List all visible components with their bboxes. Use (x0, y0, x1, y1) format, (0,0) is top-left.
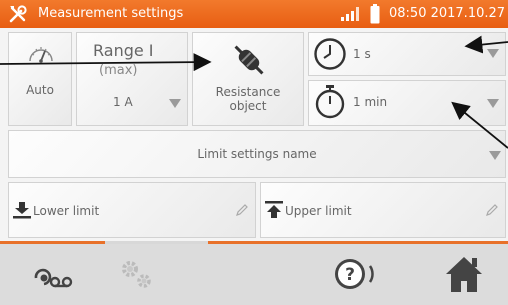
pencil-icon (486, 204, 498, 216)
limit-settings-name-label: Limit settings name (197, 147, 317, 161)
pencil-icon (236, 204, 248, 216)
upper-limit-label: Upper limit (285, 204, 352, 218)
gauge-icon (29, 47, 53, 63)
dropdown-arrow-icon (487, 99, 499, 108)
help-icon[interactable]: ? (330, 252, 376, 296)
range-sub-label: (max) (99, 63, 138, 78)
settings-panel: Auto Range I (max) 1 A Resistance object… (0, 28, 508, 241)
battery-icon (370, 4, 380, 24)
svg-text:?: ? (345, 265, 355, 285)
signal-bars-icon (341, 7, 359, 21)
download-arrow-icon (13, 202, 31, 219)
dropdown-arrow-icon (489, 151, 501, 160)
lower-limit-label: Lower limit (33, 204, 100, 218)
measurement-time-value: 1 s (353, 47, 371, 61)
auto-range-button[interactable]: Auto (8, 32, 72, 126)
lower-limit-field[interactable]: Lower limit (8, 182, 256, 238)
stopwatch-icon (315, 85, 345, 119)
resistance-object-label: Resistance object (215, 85, 281, 113)
dropdown-arrow-icon (169, 99, 181, 108)
upper-limit-field[interactable]: Upper limit (260, 182, 506, 238)
settings-gears-icon[interactable] (112, 252, 162, 296)
measurement-time-selector[interactable]: 1 s (308, 32, 506, 76)
title-bar: Measurement settings 08:50 2017.10.27 (0, 0, 508, 28)
range-value: 1 A (113, 95, 133, 109)
range-selector[interactable]: Range I (max) 1 A (76, 32, 188, 126)
upload-arrow-icon (265, 201, 283, 218)
dropdown-arrow-icon (487, 49, 499, 58)
auto-label: Auto (26, 83, 54, 97)
wrench-screwdriver-icon (9, 5, 27, 23)
clock-datetime: 08:50 2017.10.27 (389, 6, 506, 21)
interval-time-value: 1 min (353, 95, 388, 109)
bottom-toolbar: ? (0, 244, 508, 305)
recording-icon[interactable] (30, 252, 80, 296)
limit-settings-name-selector[interactable]: Limit settings name (8, 130, 506, 178)
interval-time-selector[interactable]: 1 min (308, 80, 506, 126)
resistance-object-button[interactable]: Resistance object (192, 32, 304, 126)
clock-icon (314, 38, 346, 70)
window-title: Measurement settings (38, 6, 184, 21)
range-label: Range I (93, 41, 154, 60)
home-icon[interactable] (440, 252, 488, 296)
resistor-icon (234, 45, 264, 75)
